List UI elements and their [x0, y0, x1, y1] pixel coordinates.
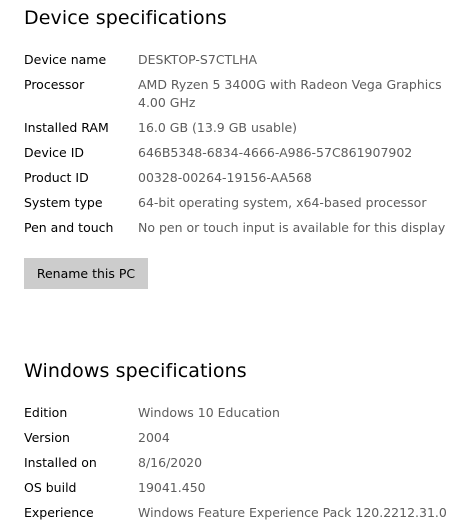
- spec-row-os-build: OS build 19041.450: [24, 479, 454, 497]
- spec-value: 8/16/2020: [138, 455, 203, 470]
- spec-value: Windows 10 Education: [138, 405, 280, 420]
- spec-row-pen-and-touch: Pen and touch No pen or touch input is a…: [24, 219, 454, 237]
- spec-value: 00328-00264-19156-AA568: [138, 170, 312, 185]
- spec-row-installed-ram: Installed RAM 16.0 GB (13.9 GB usable): [24, 119, 454, 137]
- spec-value: 64-bit operating system, x64-based proce…: [138, 195, 427, 210]
- spec-row-device-name: Device name DESKTOP-S7CTLHA: [24, 51, 454, 69]
- spec-label: Pen and touch: [24, 220, 114, 235]
- spec-row-product-id: Product ID 00328-00264-19156-AA568: [24, 169, 454, 187]
- windows-specifications-table: Edition Windows 10 Education Version 200…: [24, 404, 454, 529]
- spec-label: Installed on: [24, 455, 97, 470]
- spec-value: Windows Feature Experience Pack 120.2212…: [138, 505, 447, 520]
- rename-this-pc-button[interactable]: Rename this PC: [24, 258, 148, 289]
- spec-value: 19041.450: [138, 480, 206, 495]
- spec-label: Experience: [24, 505, 94, 520]
- spec-value: 16.0 GB (13.9 GB usable): [138, 120, 298, 135]
- spec-row-system-type: System type 64-bit operating system, x64…: [24, 194, 454, 212]
- windows-specifications-title: Windows specifications: [24, 360, 247, 382]
- spec-row-experience: Experience Windows Feature Experience Pa…: [24, 504, 454, 522]
- spec-label: Product ID: [24, 170, 89, 185]
- spec-value: AMD Ryzen 5 3400G with Radeon Vega Graph…: [138, 77, 442, 110]
- spec-value: 646B5348-6834-4666-A986-57C861907902: [138, 145, 413, 160]
- spec-label: Installed RAM: [24, 120, 109, 135]
- spec-label: OS build: [24, 480, 77, 495]
- spec-label: Device ID: [24, 145, 85, 160]
- spec-row-device-id: Device ID 646B5348-6834-4666-A986-57C861…: [24, 144, 454, 162]
- device-specifications-title: Device specifications: [24, 7, 227, 29]
- spec-value: DESKTOP-S7CTLHA: [138, 52, 258, 67]
- spec-label: Device name: [24, 52, 107, 67]
- spec-row-edition: Edition Windows 10 Education: [24, 404, 454, 422]
- device-specifications-table: Device name DESKTOP-S7CTLHA Processor AM…: [24, 51, 454, 244]
- spec-row-installed-on: Installed on 8/16/2020: [24, 454, 454, 472]
- spec-row-processor: Processor AMD Ryzen 5 3400G with Radeon …: [24, 76, 454, 112]
- spec-label: Edition: [24, 405, 68, 420]
- spec-row-version: Version 2004: [24, 429, 454, 447]
- spec-label: Processor: [24, 77, 85, 92]
- spec-value: No pen or touch input is available for t…: [138, 220, 446, 235]
- spec-value: 2004: [138, 430, 170, 445]
- spec-label: System type: [24, 195, 103, 210]
- spec-label: Version: [24, 430, 70, 445]
